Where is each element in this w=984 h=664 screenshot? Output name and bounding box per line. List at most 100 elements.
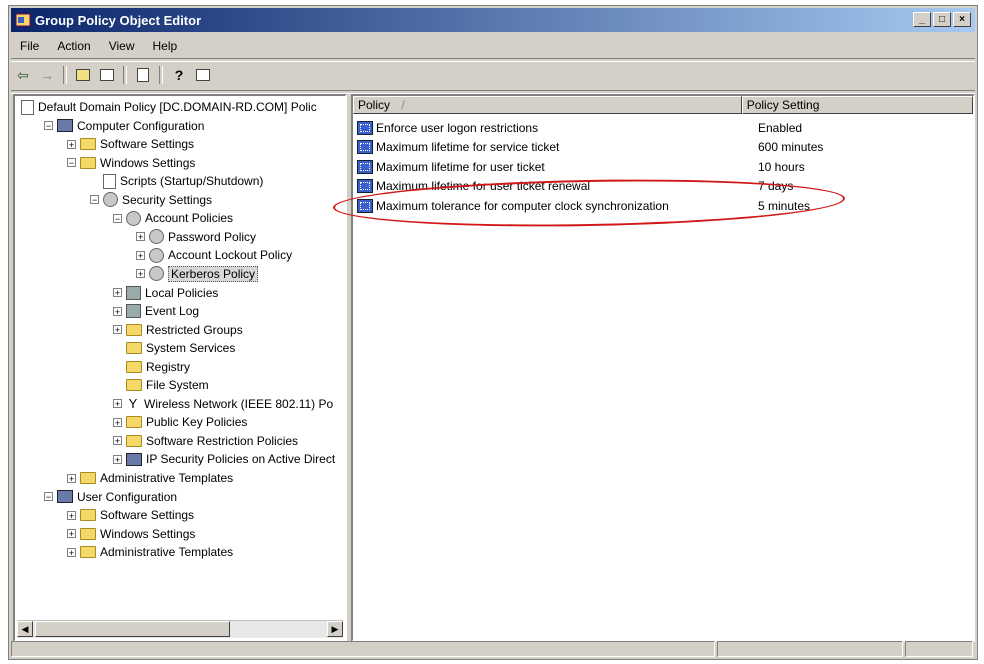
tree-item[interactable]: Registry xyxy=(113,358,190,376)
toolbar-separator xyxy=(123,66,127,84)
policy-name: Maximum tolerance for computer clock syn… xyxy=(376,198,669,213)
tree-item[interactable]: + Software Restriction Policies xyxy=(113,432,298,450)
computer-icon xyxy=(57,119,73,133)
properties-button[interactable] xyxy=(193,65,213,85)
show-hide-tree-button[interactable] xyxy=(97,65,117,85)
scroll-thumb[interactable] xyxy=(35,621,230,637)
menu-action[interactable]: Action xyxy=(48,39,99,53)
security-icon xyxy=(103,192,118,208)
collapse-icon[interactable]: − xyxy=(113,213,122,223)
maximize-button[interactable]: □ xyxy=(933,12,951,27)
tree-item[interactable]: + Administrative Templates xyxy=(67,469,233,487)
tree-item[interactable]: File System xyxy=(113,376,209,394)
tree-item-label: Account Policies xyxy=(145,211,234,226)
collapse-icon[interactable]: − xyxy=(44,492,53,502)
column-header-setting[interactable]: Policy Setting xyxy=(741,96,973,114)
tree-item[interactable]: + Y Wireless Network (IEEE 802.11) Po xyxy=(113,395,333,413)
expand-icon[interactable]: + xyxy=(67,547,76,557)
tree-item[interactable]: + Windows Settings xyxy=(67,525,195,543)
sort-indicator-icon: / xyxy=(401,98,405,112)
tree-item[interactable]: + IP Security Policies on Active Direct xyxy=(113,450,335,468)
tree-item-label: Account Lockout Policy xyxy=(168,248,293,263)
tree-item[interactable]: + Software Settings xyxy=(67,506,194,524)
tree-item[interactable]: + Public Key Policies xyxy=(113,413,247,431)
minimize-button[interactable]: _ xyxy=(913,12,931,27)
folder-icon xyxy=(126,323,142,336)
tree-item-label: IP Security Policies on Active Direct xyxy=(146,452,336,467)
expand-icon[interactable]: + xyxy=(113,399,122,409)
table-row[interactable]: Enforce user logon restrictions Enabled xyxy=(357,118,967,137)
expand-icon[interactable]: + xyxy=(113,325,122,335)
policy-name: Maximum lifetime for user ticket xyxy=(376,159,545,174)
tree-item[interactable]: − Windows Settings xyxy=(67,154,195,172)
expand-icon[interactable]: + xyxy=(67,473,76,483)
tree-item[interactable]: + Kerberos Policy xyxy=(136,265,259,283)
table-row[interactable]: Maximum lifetime for service ticket 600 m… xyxy=(357,138,967,157)
tree-item[interactable]: + Software Settings xyxy=(67,135,194,153)
forward-button[interactable]: → xyxy=(37,65,57,85)
tree-item[interactable]: + Administrative Templates xyxy=(67,543,233,561)
scroll-right-button[interactable]: ▶ xyxy=(327,621,343,637)
table-row[interactable]: Maximum lifetime for user ticket renewal… xyxy=(357,177,967,196)
expand-icon[interactable]: + xyxy=(67,139,76,149)
title-bar[interactable]: Group Policy Object Editor _ □ × xyxy=(11,8,975,32)
book-icon xyxy=(126,285,141,300)
expand-icon[interactable]: + xyxy=(136,232,145,242)
tree-item[interactable]: + Password Policy xyxy=(136,228,256,246)
menu-file[interactable]: File xyxy=(11,39,48,53)
tree-item[interactable]: System Services xyxy=(113,339,235,357)
expand-icon[interactable]: + xyxy=(67,510,76,520)
collapse-icon[interactable]: − xyxy=(44,121,53,131)
tree-item[interactable]: − Account Policies xyxy=(113,209,233,227)
expand-icon[interactable]: + xyxy=(113,306,122,316)
tree-item[interactable]: − User Configuration xyxy=(44,488,177,506)
console-tree-icon xyxy=(100,69,114,81)
column-header-policy[interactable]: Policy / xyxy=(353,96,742,114)
expand-icon[interactable]: + xyxy=(136,250,145,260)
scroll-right-icon: ▶ xyxy=(331,624,339,634)
folder-icon xyxy=(126,360,142,373)
close-button[interactable]: × xyxy=(953,12,971,27)
back-button[interactable]: ⇦ xyxy=(13,65,33,85)
ipsec-icon xyxy=(126,452,142,466)
scroll-left-button[interactable]: ◀ xyxy=(17,621,33,637)
tree-item[interactable]: Scripts (Startup/Shutdown) xyxy=(90,172,263,190)
console-tree-pane[interactable]: ◀ ▶ Default Domain Policy [DC.DOMAIN-RD.… xyxy=(13,94,347,642)
folder-icon xyxy=(126,434,142,447)
collapse-icon[interactable]: − xyxy=(90,195,99,205)
tree-item-label: Software Restriction Policies xyxy=(146,433,299,448)
tree-item[interactable]: + Restricted Groups xyxy=(113,321,243,339)
details-list-pane[interactable]: Policy / Policy Setting Enforce user log… xyxy=(351,94,975,642)
folder-icon xyxy=(80,472,96,484)
expand-icon[interactable]: + xyxy=(136,269,145,279)
table-row[interactable]: Maximum tolerance for computer clock syn… xyxy=(357,196,967,215)
tree-horizontal-scrollbar[interactable]: ◀ ▶ xyxy=(17,620,343,638)
expand-icon[interactable]: + xyxy=(113,436,122,446)
folder-icon xyxy=(126,342,142,355)
tree-item[interactable]: + Account Lockout Policy xyxy=(136,246,292,264)
up-level-button[interactable] xyxy=(73,65,93,85)
security-icon xyxy=(149,229,164,245)
tree-item[interactable]: − Computer Configuration xyxy=(44,117,204,135)
menu-view[interactable]: View xyxy=(100,39,144,53)
tree-item[interactable]: + Local Policies xyxy=(113,284,218,302)
toolbar: ⇦ → ? xyxy=(11,62,975,88)
expand-icon[interactable]: + xyxy=(67,529,76,539)
help-button[interactable]: ? xyxy=(169,65,189,85)
export-list-button[interactable] xyxy=(133,65,153,85)
expand-icon[interactable]: + xyxy=(113,417,122,427)
policy-setting-value: 10 hours xyxy=(758,159,805,174)
tree-item[interactable]: + Event Log xyxy=(113,302,199,320)
tree-item-label: Public Key Policies xyxy=(146,415,248,430)
status-bar xyxy=(11,641,975,657)
tree-item-label: Software Settings xyxy=(100,508,195,523)
collapse-icon[interactable]: − xyxy=(67,158,76,168)
tree-item-label: Administrative Templates xyxy=(100,545,234,560)
menu-help[interactable]: Help xyxy=(144,39,187,53)
expand-icon[interactable]: + xyxy=(113,288,122,298)
tree-item[interactable]: − Security Settings xyxy=(90,191,212,209)
expand-icon[interactable]: + xyxy=(113,454,122,464)
tree-item[interactable]: Default Domain Policy [DC.DOMAIN-RD.COM]… xyxy=(21,98,317,116)
table-row[interactable]: Maximum lifetime for user ticket 10 hours xyxy=(357,157,967,176)
policy-setting-icon xyxy=(357,159,373,174)
